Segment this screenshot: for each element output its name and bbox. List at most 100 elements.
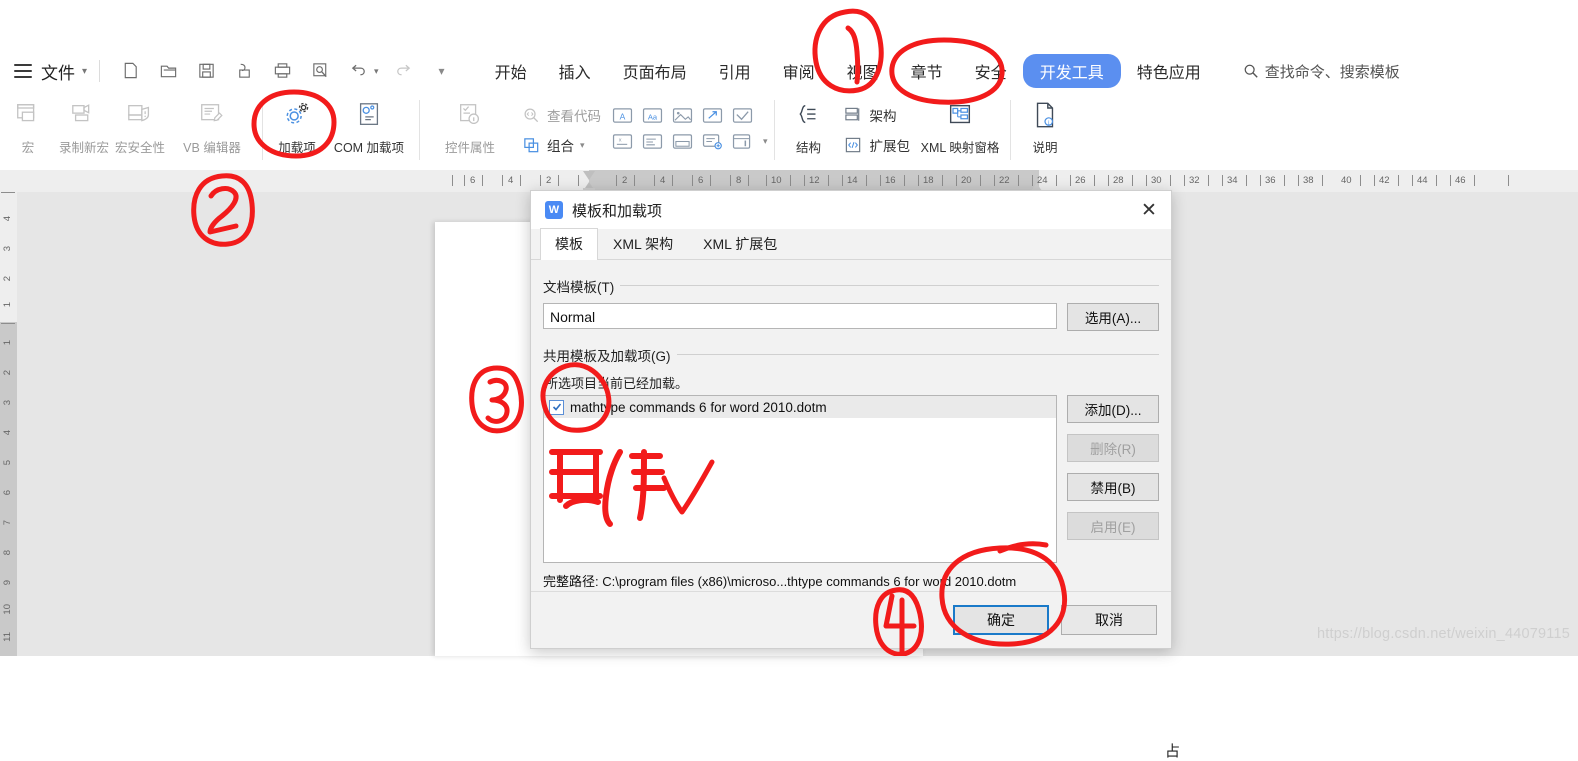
tab-start[interactable]: 开始 (479, 55, 543, 87)
tab-page-layout[interactable]: 页面布局 (607, 55, 703, 87)
ribbon-button-com-addins[interactable]: COM 加载项 (325, 92, 413, 172)
divider (99, 60, 101, 82)
disable-button[interactable]: 禁用(B) (1067, 473, 1159, 501)
vruler-tick: 4 (2, 216, 13, 222)
tab-references[interactable]: 引用 (703, 55, 767, 87)
legacy-tools-icon[interactable] (727, 128, 757, 154)
date-picker-icon[interactable] (667, 128, 697, 154)
cancel-button[interactable]: 取消 (1061, 605, 1157, 635)
ribbon-group-xml: 结构 架构 扩展包 XML 映射窗格 (781, 92, 1005, 170)
shared-templates-listbox[interactable]: mathtype commands 6 for word 2010.dotm (543, 395, 1057, 563)
attach-template-button[interactable]: 选用(A)... (1067, 303, 1159, 331)
wps-app-icon: W (545, 201, 563, 219)
svg-text:A: A (619, 111, 625, 121)
ruler-tick: 4 (660, 175, 666, 186)
addins-gear-icon (282, 98, 312, 132)
svg-text:x: x (618, 137, 621, 143)
ribbon-tab-list: 开始 插入 页面布局 引用 审阅 视图 章节 安全 开发工具 特色应用 (479, 54, 1217, 88)
undo-icon[interactable] (349, 61, 369, 81)
search-box[interactable]: 查找命令、搜索模板 (1243, 61, 1400, 82)
close-icon[interactable]: ✕ (1127, 191, 1171, 229)
vruler-tick: 3 (2, 400, 13, 406)
ribbon-button-macro-security[interactable]: 宏安全性 (112, 92, 168, 172)
legacy-control-icon[interactable] (697, 102, 727, 128)
dialog-tab-xml-expansion-pack[interactable]: XML 扩展包 (688, 228, 792, 260)
checkbox-control-icon[interactable] (727, 102, 757, 128)
ruler-tick: 6 (470, 175, 476, 186)
building-block-icon[interactable] (697, 128, 727, 154)
checkbox-checked-icon[interactable] (549, 399, 564, 415)
ribbon-button-addins[interactable]: 加载项 (269, 92, 325, 172)
vruler-tick: 3 (2, 246, 13, 252)
templates-and-addins-dialog[interactable]: W 模板和加载项 ✕ 模板 XML 架构 XML 扩展包 文档模板(T) Nor… (530, 190, 1172, 649)
customize-quick-access-icon[interactable]: ▾ (432, 61, 452, 81)
list-item[interactable]: mathtype commands 6 for word 2010.dotm (544, 396, 1056, 418)
document-template-input[interactable]: Normal (543, 303, 1057, 329)
tab-view[interactable]: 视图 (831, 55, 895, 87)
help-doc-icon: i (1031, 98, 1059, 132)
hamburger-menu-icon[interactable] (14, 64, 32, 78)
xml-structure-icon (796, 98, 822, 132)
vruler-tick: 6 (2, 490, 13, 496)
ok-button[interactable]: 确定 (953, 605, 1049, 635)
tab-developer-tools[interactable]: 开发工具 (1022, 54, 1121, 88)
ribbon-button-record-macro[interactable]: 录制新宏 (56, 92, 112, 172)
dialog-title-bar[interactable]: W 模板和加载项 ✕ (531, 191, 1171, 229)
ribbon-button-xml-expansion-pack[interactable]: 扩展包 (837, 130, 917, 160)
shared-templates-hint: 所选项目当前已经加载。 (545, 376, 689, 391)
tab-security[interactable]: 安全 (959, 55, 1023, 87)
add-button[interactable]: 添加(D)... (1067, 395, 1159, 423)
tab-review[interactable]: 审阅 (767, 55, 831, 87)
combo-box-icon[interactable]: x (607, 128, 637, 154)
xml-schema-icon (843, 104, 865, 126)
ribbon-button-macro[interactable]: 宏 (0, 92, 56, 172)
tab-insert[interactable]: 插入 (543, 55, 607, 87)
undo-dropdown-icon[interactable]: ▾ (374, 66, 379, 77)
print-preview-icon[interactable] (311, 61, 331, 81)
chevron-down-icon[interactable]: ▾ (82, 66, 87, 77)
open-folder-icon[interactable] (159, 61, 179, 81)
ruler-tick: 10 (771, 175, 782, 186)
save-as-icon[interactable] (235, 61, 255, 81)
ruler-tick: 14 (847, 175, 858, 186)
text-field-icon[interactable]: A (607, 102, 637, 128)
tab-section[interactable]: 章节 (895, 55, 959, 87)
new-document-icon[interactable] (121, 61, 141, 81)
ribbon-button-xml-mapping-pane[interactable]: XML 映射窗格 (916, 92, 1004, 172)
ribbon-button-help[interactable]: i 说明 (1017, 92, 1073, 172)
vb-editor-icon (198, 98, 226, 132)
control-properties-icon (456, 98, 484, 132)
save-icon[interactable] (197, 61, 217, 81)
enable-button: 启用(E) (1067, 512, 1159, 540)
ribbon-label: 宏安全性 (114, 141, 165, 155)
dialog-tab-list: 模板 XML 架构 XML 扩展包 (531, 228, 1171, 260)
redo-icon[interactable] (394, 61, 414, 81)
file-menu-label[interactable]: 文件 (41, 59, 75, 84)
ribbon-button-vb-editor[interactable]: VB 编辑器 (168, 92, 256, 172)
ribbon-button-xml-structure[interactable]: 结构 (781, 92, 837, 172)
dialog-tab-templates[interactable]: 模板 (540, 228, 598, 260)
ruler-tick: 8 (736, 175, 742, 186)
ribbon-label: COM 加载项 (333, 141, 405, 155)
dialog-body: 文档模板(T) Normal 选用(A)... 共用模板及加载项(G) 所选项目… (531, 260, 1171, 591)
print-icon[interactable] (273, 61, 293, 81)
dropdown-list-icon[interactable] (637, 128, 667, 154)
vruler-tick: 11 (2, 632, 13, 642)
ribbon-label: 说明 (1032, 141, 1058, 155)
ribbon-button-xml-schema[interactable]: 架构 (837, 100, 917, 130)
ruler-tick: 26 (1075, 175, 1086, 186)
ribbon-button-group[interactable]: 组合 ▾ (514, 130, 607, 160)
picture-control-icon[interactable] (667, 102, 697, 128)
ribbon-label: 结构 (796, 141, 822, 155)
rich-text-icon[interactable]: Aa (637, 102, 667, 128)
ruler-tick: 16 (885, 175, 896, 186)
chevron-down-icon[interactable]: ▾ (763, 136, 768, 147)
tab-featured-apps[interactable]: 特色应用 (1121, 55, 1217, 87)
ribbon-button-control-properties[interactable]: 控件属性 (426, 92, 514, 172)
dialog-tab-xml-schema[interactable]: XML 架构 (598, 228, 688, 260)
ribbon-stack-controls: 查看代码 组合 ▾ (514, 92, 607, 160)
vertical-ruler[interactable]: 4 3 2 1 1 2 3 4 5 6 7 8 9 10 11 (0, 192, 17, 656)
chevron-down-icon[interactable]: ▾ (580, 140, 585, 151)
ribbon-button-view-code[interactable]: 查看代码 (514, 100, 607, 130)
control-grid-row-1: A Aa (607, 102, 768, 128)
